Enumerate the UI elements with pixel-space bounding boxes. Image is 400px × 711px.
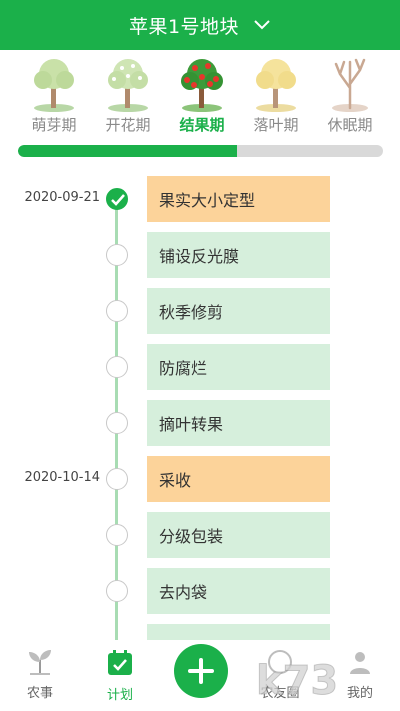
- task-card[interactable]: 果实大小定型: [147, 176, 330, 222]
- timeline-row: 去内袋: [0, 568, 400, 614]
- stage-dormant[interactable]: 休眠期: [318, 54, 382, 135]
- task-date: 2020-09-21: [24, 190, 100, 205]
- tab-plan[interactable]: 计划: [90, 648, 150, 703]
- stage-label: 结果期: [179, 116, 225, 134]
- stage-label: 开花期: [105, 116, 151, 134]
- plus-icon: [188, 658, 214, 684]
- flowering-tree-icon: [108, 59, 148, 112]
- stage-progress-bar: [18, 145, 383, 157]
- seedling-icon: [29, 650, 51, 675]
- task-status-dot[interactable]: [106, 524, 128, 546]
- watermark-text: k73: [256, 658, 338, 704]
- timeline-row: 防腐烂: [0, 344, 400, 390]
- stage-label: 落叶期: [253, 116, 299, 134]
- timeline-row: 铺设反光膜: [0, 232, 400, 278]
- task-status-dot[interactable]: [106, 300, 128, 322]
- growth-stage-selector: 萌芽期 开花期 结果期 落叶期 休眠期: [0, 50, 400, 142]
- task-status-dot[interactable]: [106, 412, 128, 434]
- completed-check-icon[interactable]: [106, 188, 128, 210]
- tab-label: 农事: [26, 686, 53, 701]
- task-card[interactable]: 防腐烂: [147, 344, 330, 390]
- progress-fill: [18, 145, 237, 157]
- bare-tree-icon: [332, 58, 368, 112]
- timeline-row: 2020-09-21 果实大小定型: [0, 176, 400, 222]
- sprout-tree-icon: [34, 59, 74, 112]
- calendar-icon: [108, 650, 132, 675]
- timeline-row: 分级包装: [0, 512, 400, 558]
- field-title[interactable]: 苹果1号地块: [129, 12, 239, 39]
- task-date: 2020-10-14: [24, 470, 100, 485]
- task-card[interactable]: 秋季修剪: [147, 288, 330, 334]
- task-status-dot[interactable]: [106, 244, 128, 266]
- timeline-row: 2020-10-14 采收: [0, 456, 400, 502]
- yellow-leaf-tree-icon: [256, 59, 296, 112]
- task-card[interactable]: 采收: [147, 456, 330, 502]
- task-status-dot[interactable]: [106, 356, 128, 378]
- timeline-row: 秋季修剪: [0, 288, 400, 334]
- task-card[interactable]: 摘叶转果: [147, 400, 330, 446]
- timeline-row: [0, 624, 400, 640]
- stage-label: 萌芽期: [31, 116, 77, 134]
- stage-flowering[interactable]: 开花期: [96, 54, 160, 135]
- timeline-row: 摘叶转果: [0, 400, 400, 446]
- chevron-down-icon[interactable]: [253, 16, 271, 34]
- stage-leaf-fall[interactable]: 落叶期: [244, 54, 308, 135]
- stage-label: 休眠期: [327, 116, 373, 134]
- task-card[interactable]: [147, 624, 330, 640]
- header-bar[interactable]: 苹果1号地块: [0, 0, 400, 50]
- stage-sprouting[interactable]: 萌芽期: [22, 54, 86, 135]
- task-timeline: 2020-09-21 果实大小定型 铺设反光膜 秋季修剪 防腐烂 摘叶转果 20…: [0, 170, 400, 640]
- stage-fruiting[interactable]: 结果期: [170, 54, 234, 135]
- tab-label: 计划: [106, 688, 133, 703]
- task-status-dot[interactable]: [106, 580, 128, 602]
- watermark-logo: k73: [256, 658, 339, 705]
- task-card[interactable]: 分级包装: [147, 512, 330, 558]
- fruiting-tree-icon: [181, 59, 223, 112]
- tab-farm[interactable]: 农事: [10, 648, 70, 701]
- bottom-nav: 农事 计划 农友圈 我的 k73: [0, 640, 400, 711]
- task-card[interactable]: 去内袋: [147, 568, 330, 614]
- task-status-dot[interactable]: [106, 468, 128, 490]
- add-button[interactable]: [174, 644, 228, 698]
- task-card[interactable]: 铺设反光膜: [147, 232, 330, 278]
